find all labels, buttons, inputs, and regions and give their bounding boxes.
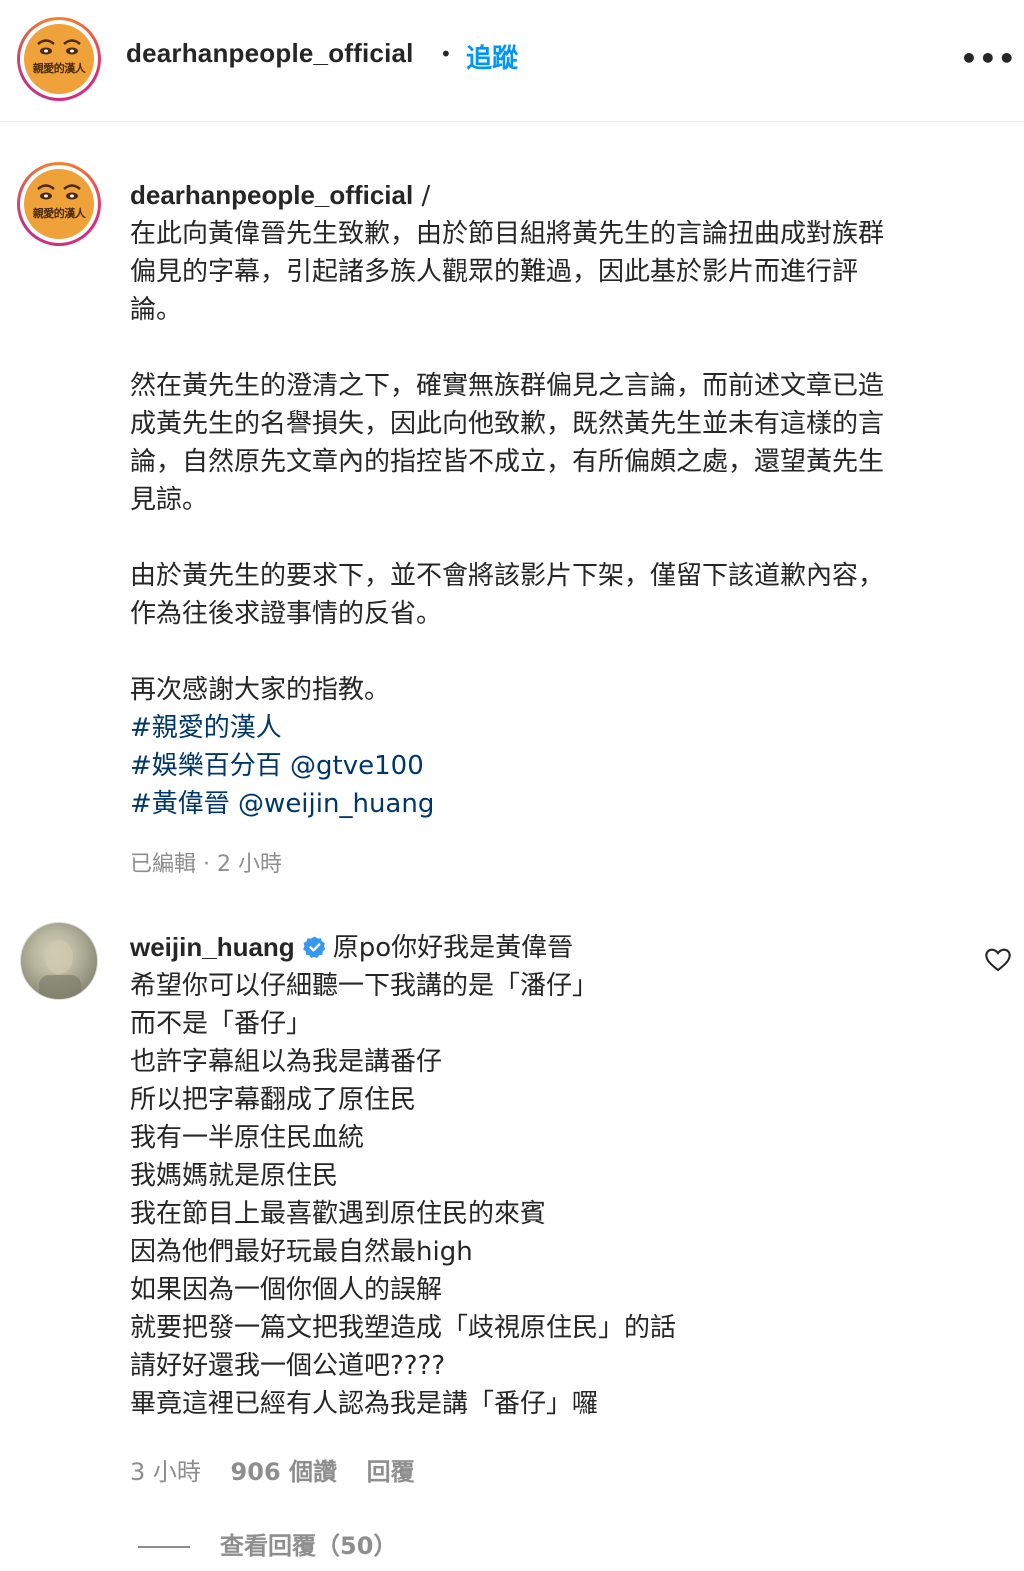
caption-line: 在此向黃偉晉先生致歉，由於節目組將黃先生的言論扭曲成對族群 <box>130 219 885 249</box>
hashtag-link[interactable]: #黃偉晉 @weijin_huang <box>130 785 990 823</box>
comment-line: 也許字幕組以為我是講番仔 <box>130 1047 443 1077</box>
verified-badge-icon <box>302 936 325 959</box>
post-caption: dearhanpeople_official / 在此向黃偉晉先生致歉，由於節目… <box>130 176 990 823</box>
caption-line: 成黃先生的名譽損失，因此向他致歉，既然黃先生並未有這樣的言 <box>130 409 885 439</box>
caption-line: 由於黃先生的要求下，並不會將該影片下架，僅留下該道歉內容， <box>130 561 885 591</box>
replies-divider <box>138 1546 190 1548</box>
caption-line: 然在黃先生的澄清之下，確實無族群偏見之言論，而前述文章已造 <box>130 371 885 401</box>
caption-username-suffix: / <box>413 181 431 211</box>
caption-line: 論。 <box>130 295 183 325</box>
comment-line: 因為他們最好玩最自然最high <box>130 1237 473 1267</box>
commenter-avatar[interactable] <box>20 922 98 1000</box>
comment-line: 所以把字幕翻成了原住民 <box>130 1085 417 1115</box>
caption-body: 在此向黃偉晉先生致歉，由於節目組將黃先生的言論扭曲成對族群 偏見的字幕，引起諸多族… <box>130 215 990 709</box>
caption-line: 見諒。 <box>130 485 209 515</box>
comment-line: 就要把發一篇文把我塑造成「歧視原住民」的話 <box>130 1313 677 1343</box>
comment-time: 3 小時 <box>130 1458 201 1486</box>
comment-first-line: weijin_huang 原po你好我是黃偉晉 <box>130 928 950 967</box>
comment: weijin_huang 原po你好我是黃偉晉 希望你可以仔細聽一下我講的是「潘… <box>130 928 950 1423</box>
comment-body: 希望你可以仔細聽一下我講的是「潘仔」 而不是「番仔」也許字幕組以為我是講番仔 所以把… <box>130 967 950 1423</box>
brand-logo: 親愛的漢人 <box>24 169 94 239</box>
comment-line: 而不是「番仔」 <box>130 1009 313 1039</box>
more-options-icon[interactable]: ••• <box>960 42 1017 75</box>
hashtag-link[interactable]: #親愛的漢人 <box>130 709 990 747</box>
comment-meta: 3 小時 906 個讚 回覆 <box>130 1452 437 1487</box>
caption-avatar[interactable]: 親愛的漢人 <box>17 162 101 246</box>
comment-likes[interactable]: 906 個讚 <box>231 1458 337 1486</box>
comment-line: 畢竟這裡已經有人認為我是講「番仔」囉 <box>130 1389 599 1419</box>
caption-author-line: dearhanpeople_official / <box>130 176 990 215</box>
comment-username[interactable]: weijin_huang <box>130 932 295 962</box>
comment-line: 如果因為一個你個人的誤解 <box>130 1275 443 1305</box>
caption-line: 偏見的字幕，引起諸多族人觀眾的難過，因此基於影片而進行評 <box>130 257 859 287</box>
caption-hashtags: #親愛的漢人 #娛樂百分百 @gtve100 #黃偉晉 @weijin_huang <box>130 709 990 823</box>
hashtag-link[interactable]: #娛樂百分百 @gtve100 <box>130 747 990 785</box>
view-replies-label[interactable]: 查看回覆（50） <box>220 1532 397 1560</box>
logo-text: 親愛的漢人 <box>32 62 86 75</box>
comment-line: 我媽媽就是原住民 <box>130 1161 339 1191</box>
caption-line: 作為往後求證事情的反省。 <box>130 599 443 629</box>
caption-line: 再次感謝大家的指教。 <box>130 675 391 705</box>
logo-text: 親愛的漢人 <box>32 207 86 220</box>
like-heart-icon[interactable] <box>984 946 1012 972</box>
comment-line: 我在節目上最喜歡遇到原住民的來賓 <box>130 1199 547 1229</box>
brand-logo: 親愛的漢人 <box>24 24 94 94</box>
post-header: 親愛的漢人 dearhanpeople_official • 追蹤 ••• <box>0 0 1024 122</box>
separator-dot: • <box>440 42 452 66</box>
view-replies-button[interactable]: 查看回覆（50） <box>138 1526 397 1561</box>
comment-text-first: 原po你好我是黃偉晉 <box>332 933 574 963</box>
caption-username[interactable]: dearhanpeople_official <box>130 180 413 210</box>
follow-button[interactable]: 追蹤 <box>466 38 518 75</box>
caption-meta: 已編輯 · 2 小時 <box>130 852 282 877</box>
header-username[interactable]: dearhanpeople_official <box>126 38 414 69</box>
account-avatar[interactable]: 親愛的漢人 <box>17 17 101 101</box>
comment-line: 希望你可以仔細聽一下我講的是「潘仔」 <box>130 971 599 1001</box>
reply-button[interactable]: 回覆 <box>367 1458 415 1486</box>
comment-line: 我有一半原住民血統 <box>130 1123 365 1153</box>
comment-line: 請好好還我一個公道吧???? <box>130 1351 446 1381</box>
caption-line: 論，自然原先文章內的指控皆不成立，有所偏頗之處，還望黃先生 <box>130 447 885 477</box>
